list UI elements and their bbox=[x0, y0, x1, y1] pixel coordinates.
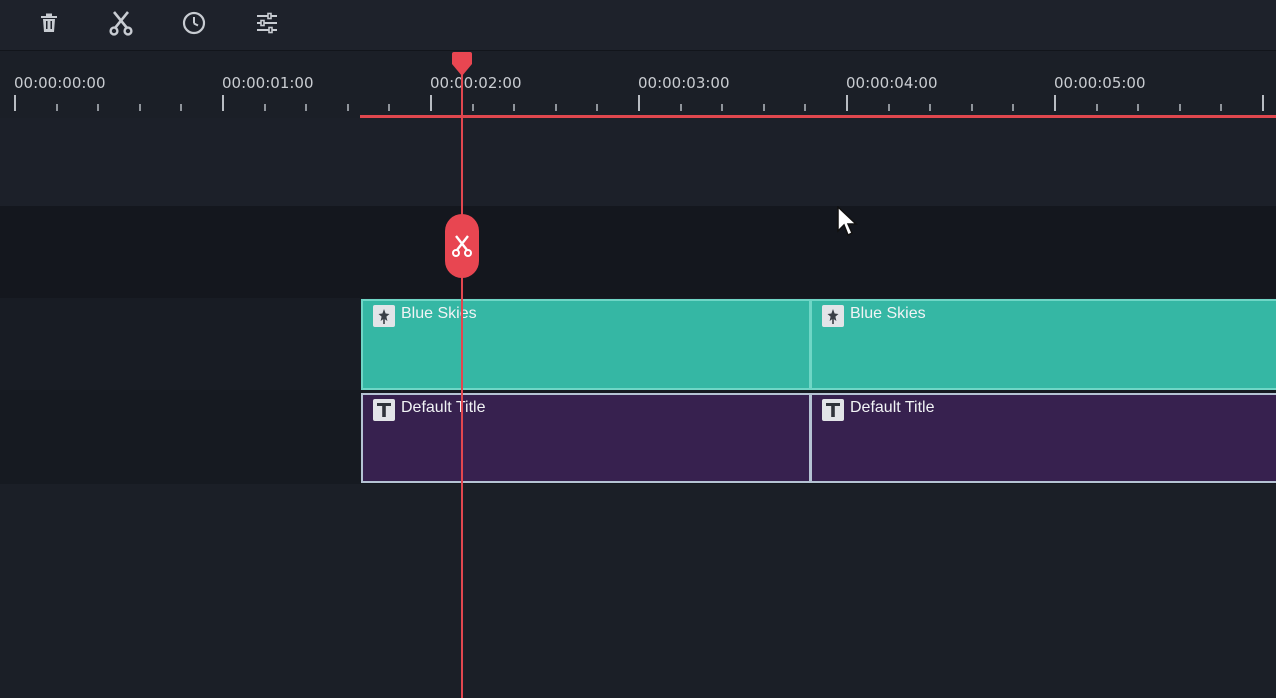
ruler-minor-tick bbox=[180, 104, 182, 111]
scissors-icon bbox=[109, 11, 133, 36]
ruler-minor-tick bbox=[513, 104, 515, 111]
ruler-minor-tick bbox=[139, 104, 141, 111]
ruler-minor-tick bbox=[680, 104, 682, 111]
ruler-label: 00:00:01:00 bbox=[222, 74, 314, 92]
music-note-icon bbox=[822, 305, 844, 327]
ruler-minor-tick bbox=[1220, 104, 1222, 111]
ruler-label: 00:00:05:00 bbox=[1054, 74, 1146, 92]
adjust-button[interactable] bbox=[252, 8, 282, 38]
ruler-minor-tick bbox=[888, 104, 890, 111]
title-clip[interactable]: Default Title bbox=[361, 393, 811, 483]
ruler-label: 00:00:02:00 bbox=[430, 74, 522, 92]
sliders-icon bbox=[257, 12, 277, 34]
ruler-minor-tick bbox=[1179, 104, 1181, 111]
track-row bbox=[0, 484, 1276, 698]
mouse-cursor-icon bbox=[837, 206, 858, 237]
ruler-minor-tick bbox=[971, 104, 973, 111]
track-row bbox=[0, 118, 1276, 206]
ruler-minor-tick bbox=[1012, 104, 1014, 111]
track-row bbox=[0, 206, 1276, 298]
ruler-minor-tick bbox=[264, 104, 266, 111]
title-clip[interactable]: Default Title bbox=[810, 393, 1276, 483]
ruler-minor-tick bbox=[347, 104, 349, 111]
ruler-label: 00:00:03:00 bbox=[638, 74, 730, 92]
ruler-major-tick bbox=[638, 95, 640, 111]
ruler-minor-tick bbox=[721, 104, 723, 111]
ruler-major-tick bbox=[222, 95, 224, 111]
ruler-minor-tick bbox=[388, 104, 390, 111]
trash-icon bbox=[41, 13, 57, 32]
playhead-marker-icon[interactable] bbox=[449, 52, 475, 76]
ruler-major-tick bbox=[430, 95, 432, 111]
ruler-major-tick bbox=[846, 95, 848, 111]
ruler-major-tick bbox=[1054, 95, 1056, 111]
ruler-label: 00:00:00:00 bbox=[14, 74, 106, 92]
ruler-major-tick bbox=[14, 95, 16, 111]
audio-clip[interactable]: Blue Skies bbox=[810, 299, 1276, 390]
text-t-icon bbox=[373, 399, 395, 421]
playhead-line[interactable] bbox=[461, 62, 463, 698]
ruler-minor-tick bbox=[1137, 104, 1139, 111]
clip-label: Blue Skies bbox=[850, 305, 926, 322]
scissors-icon bbox=[452, 235, 472, 257]
ruler-minor-tick bbox=[97, 104, 99, 111]
split-at-playhead-button[interactable] bbox=[445, 214, 479, 278]
ruler-label: 00:00:04:00 bbox=[846, 74, 938, 92]
clip-label: Default Title bbox=[401, 399, 486, 416]
ruler-minor-tick bbox=[1096, 104, 1098, 111]
music-note-icon bbox=[373, 305, 395, 327]
ruler-minor-tick bbox=[929, 104, 931, 111]
ruler-minor-tick bbox=[305, 104, 307, 111]
ruler-minor-tick bbox=[804, 104, 806, 111]
ruler-major-tick bbox=[1262, 95, 1264, 111]
ruler-minor-tick bbox=[763, 104, 765, 111]
timeline-toolbar bbox=[0, 0, 1276, 51]
clip-label: Blue Skies bbox=[401, 305, 477, 322]
clock-icon bbox=[182, 11, 206, 35]
ruler-minor-tick bbox=[596, 104, 598, 111]
audio-clip[interactable]: Blue Skies bbox=[361, 299, 811, 390]
ruler-minor-tick bbox=[56, 104, 58, 111]
speed-button[interactable] bbox=[179, 8, 209, 38]
time-ruler[interactable]: 00:00:00:00 00:00:01:00 00:00:02:00 00:0… bbox=[0, 51, 1276, 117]
text-t-icon bbox=[822, 399, 844, 421]
ruler-minor-tick bbox=[555, 104, 557, 111]
ruler-minor-tick bbox=[472, 104, 474, 111]
split-button[interactable] bbox=[106, 8, 136, 38]
clip-label: Default Title bbox=[850, 399, 935, 416]
delete-button[interactable] bbox=[34, 8, 64, 38]
timeline-editor: 00:00:00:00 00:00:01:00 00:00:02:00 00:0… bbox=[0, 0, 1276, 698]
